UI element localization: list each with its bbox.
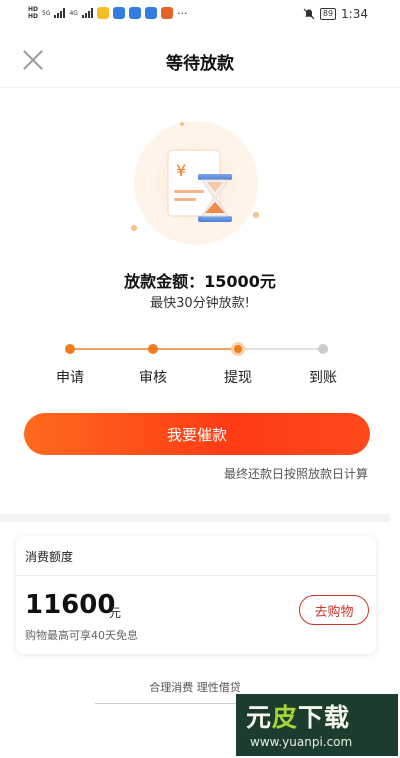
step-label-arrive: 到账 — [309, 370, 337, 386]
status-time: 1:34 — [341, 7, 368, 21]
app-notify-icon-4 — [144, 7, 157, 19]
footer-slogan: 合理消费 理性借贷 — [149, 681, 241, 694]
step-dot-withdraw — [231, 342, 245, 356]
urge-loan-button[interactable]: 我要催款 — [24, 413, 370, 455]
net-label-1: 5G — [42, 9, 51, 17]
step-dot-apply — [65, 344, 75, 354]
signal-icon-2 — [81, 8, 93, 18]
credit-title: 消费额度 — [25, 550, 74, 564]
watermark-logo: 元皮下载 — [246, 698, 350, 734]
step-label-review: 审核 — [139, 370, 167, 386]
status-left: HD HD 5G 4G ··· — [28, 6, 187, 20]
section-divider — [0, 514, 390, 522]
credit-unit: 元 — [109, 606, 122, 620]
yen-icon: ¥ — [176, 161, 186, 180]
app-notify-icon-2 — [112, 7, 125, 19]
step-dot-arrive — [318, 344, 328, 354]
site-watermark: 元皮下载 www.yuanpi.com — [236, 694, 398, 756]
hd-indicators: HD HD — [28, 6, 38, 20]
nav-bar: 等待放款 — [0, 30, 400, 88]
repay-note: 最终还款日按照放款日计算 — [223, 467, 368, 481]
step-label-apply: 申请 — [56, 370, 84, 386]
page-title: 等待放款 — [166, 54, 234, 74]
watermark-char-2: 皮 — [272, 703, 299, 732]
status-bar: HD HD 5G 4G ··· 89 1:34 — [0, 0, 400, 30]
card-divider — [16, 575, 376, 576]
more-notifications-icon: ··· — [176, 6, 188, 20]
step-dot-review — [148, 344, 158, 354]
step-label-withdraw: 提现 — [224, 370, 252, 386]
signal-icon — [54, 8, 66, 18]
loan-eta: 最快30分钟放款! — [150, 296, 250, 311]
net-label-2: 4G — [69, 9, 78, 17]
hourglass-document-illustration: ¥ — [131, 121, 259, 245]
app-notify-icon-3 — [128, 7, 141, 19]
go-shopping-button[interactable]: 去购物 — [299, 595, 369, 625]
credit-amount: 11600 — [25, 590, 116, 620]
watermark-char-3: 下载 — [298, 703, 351, 732]
mute-bell-icon — [303, 8, 315, 20]
hd-label-2: HD — [28, 13, 39, 20]
app-notify-icon-1 — [96, 7, 109, 19]
credit-note: 购物最高可享40天免息 — [25, 629, 138, 642]
loan-amount: 放款金额：15000元 — [124, 272, 276, 291]
status-right: 89 1:34 — [303, 7, 368, 21]
credit-limit-card: 消费额度 11600 元 购物最高可享40天免息 去购物 — [16, 536, 376, 654]
app-notify-icon-5 — [160, 7, 173, 19]
battery-icon: 89 — [319, 8, 337, 20]
watermark-char-1: 元 — [246, 703, 273, 732]
progress-line-pending — [238, 348, 323, 350]
watermark-url: www.yuanpi.com — [250, 735, 353, 749]
hd-label-1: HD — [28, 6, 39, 13]
